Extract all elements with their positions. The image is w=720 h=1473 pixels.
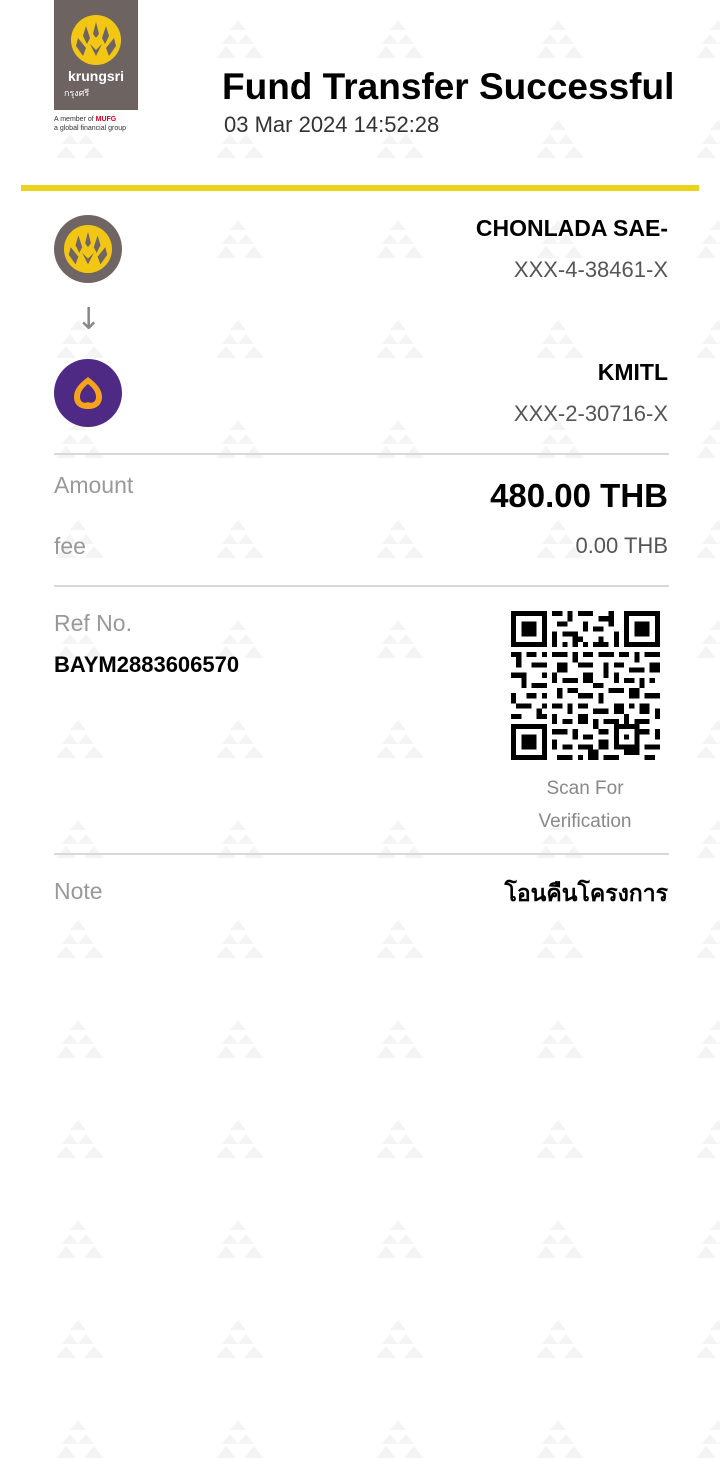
member-line2: a global financial group <box>54 125 126 132</box>
member-prefix: A member of <box>54 116 94 123</box>
fee-label: fee <box>54 533 86 559</box>
sender-name: CHONLADA SAE- <box>475 215 668 241</box>
scan-line-2: Verification <box>538 811 632 832</box>
brand-name: krungsri <box>67 68 124 84</box>
mufg-label: MUFG <box>95 116 117 123</box>
arrow-down-icon: ↓ <box>76 302 102 337</box>
verification-qr-code[interactable] <box>511 611 660 760</box>
krungsri-bank-icon <box>54 215 122 283</box>
recipient-account: XXX-2-30716-X <box>513 401 668 426</box>
amount-value: 480.00 THB <box>490 477 668 514</box>
member-tagline: A member of MUFG a global financial grou… <box>54 115 126 133</box>
scan-line-1: Scan For <box>546 778 624 799</box>
page-title: Fund Transfer Successful <box>222 66 675 107</box>
note-label: Note <box>54 878 103 904</box>
brand-thai-name: กรุงศรี <box>64 88 90 98</box>
transaction-datetime: 03 Mar 2024 14:52:28 <box>224 112 440 137</box>
divider <box>54 853 669 855</box>
amount-label: Amount <box>54 472 134 498</box>
scb-bank-icon <box>54 359 122 427</box>
divider <box>54 453 669 455</box>
recipient-name: KMITL <box>597 359 668 385</box>
divider <box>54 585 669 587</box>
scan-verification-label: Scan For Verification <box>515 772 655 838</box>
sender-account: XXX-4-38461-X <box>513 257 668 282</box>
krungsri-emblem-icon <box>71 15 121 65</box>
fee-value: 0.00 THB <box>575 533 668 558</box>
note-value: โอนคืนโครงการ <box>504 881 668 907</box>
ref-label: Ref No. <box>54 610 132 636</box>
header-divider <box>21 185 699 191</box>
ref-number: BAYM2883606570 <box>54 652 240 677</box>
krungsri-logo: krungsri กรุงศรี <box>54 0 138 110</box>
